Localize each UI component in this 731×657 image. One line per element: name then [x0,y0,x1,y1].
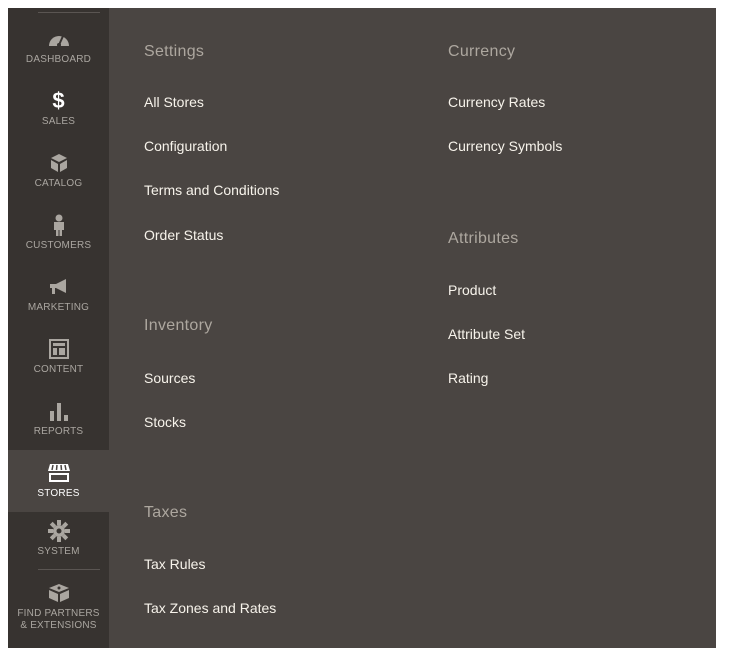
extensions-box-icon [47,582,71,604]
currency-heading: Currency [448,43,516,60]
sidebar-item-system[interactable]: SYSTEM [8,508,109,570]
sidebar-item-label: SYSTEM [37,546,80,557]
sidebar-item-label: CUSTOMERS [25,240,92,251]
stores-submenu-panel: Settings All Stores Configuration Terms … [109,8,716,648]
layout-icon [47,338,71,360]
dashboard-gauge-icon [47,28,71,50]
sidebar-item-label: CATALOG [34,178,83,189]
attributes-heading: Attributes [448,230,519,247]
gear-icon [47,520,71,542]
link-all-stores[interactable]: All Stores [144,94,204,110]
link-currency-rates[interactable]: Currency Rates [448,94,545,110]
link-configuration[interactable]: Configuration [144,138,227,154]
settings-heading: Settings [144,43,205,60]
link-product[interactable]: Product [448,282,496,298]
sidebar-item-label: SALES [41,116,76,127]
admin-frame: DASHBOARD $ SALES CATALOG CUSTOMERS MARK… [8,8,716,648]
link-currency-symbols[interactable]: Currency Symbols [448,138,562,154]
bar-chart-icon [47,400,71,422]
sidebar-item-reports[interactable]: REPORTS [8,388,109,450]
sidebar-item-label: DASHBOARD [25,54,92,65]
sidebar-item-label: STORES [37,488,80,499]
sidebar-item-find-partners[interactable]: FIND PARTNERS & EXTENSIONS [8,574,109,640]
sidebar-divider [38,569,100,570]
sidebar-item-customers[interactable]: CUSTOMERS [8,202,109,264]
storefront-icon [47,462,71,484]
link-tax-zones-and-rates[interactable]: Tax Zones and Rates [144,600,276,616]
sidebar-item-stores[interactable]: STORES [8,450,109,512]
link-attribute-set[interactable]: Attribute Set [448,326,525,342]
sidebar-item-label: MARKETING [27,302,90,313]
sidebar-item-catalog[interactable]: CATALOG [8,140,109,202]
sidebar-item-label: REPORTS [33,426,84,437]
sidebar-item-dashboard[interactable]: DASHBOARD [8,16,109,78]
sidebar-top-divider [38,12,100,13]
admin-sidebar: DASHBOARD $ SALES CATALOG CUSTOMERS MARK… [8,8,109,648]
taxes-heading: Taxes [144,504,188,521]
dollar-icon: $ [52,88,65,113]
sidebar-item-label-line2: & EXTENSIONS [20,620,97,631]
box-icon [47,152,71,174]
megaphone-icon [47,276,71,298]
sidebar-item-label-line1: FIND PARTNERS [17,608,100,619]
link-terms-and-conditions[interactable]: Terms and Conditions [144,182,279,198]
link-sources[interactable]: Sources [144,370,195,386]
sidebar-item-content[interactable]: CONTENT [8,326,109,388]
inventory-heading: Inventory [144,317,213,334]
link-stocks[interactable]: Stocks [144,414,186,430]
link-tax-rules[interactable]: Tax Rules [144,556,205,572]
link-order-status[interactable]: Order Status [144,227,223,243]
sidebar-item-marketing[interactable]: MARKETING [8,264,109,326]
sidebar-item-label: CONTENT [33,364,84,375]
sidebar-item-sales[interactable]: $ SALES [8,78,109,140]
link-rating[interactable]: Rating [448,370,488,386]
person-icon [47,214,71,236]
